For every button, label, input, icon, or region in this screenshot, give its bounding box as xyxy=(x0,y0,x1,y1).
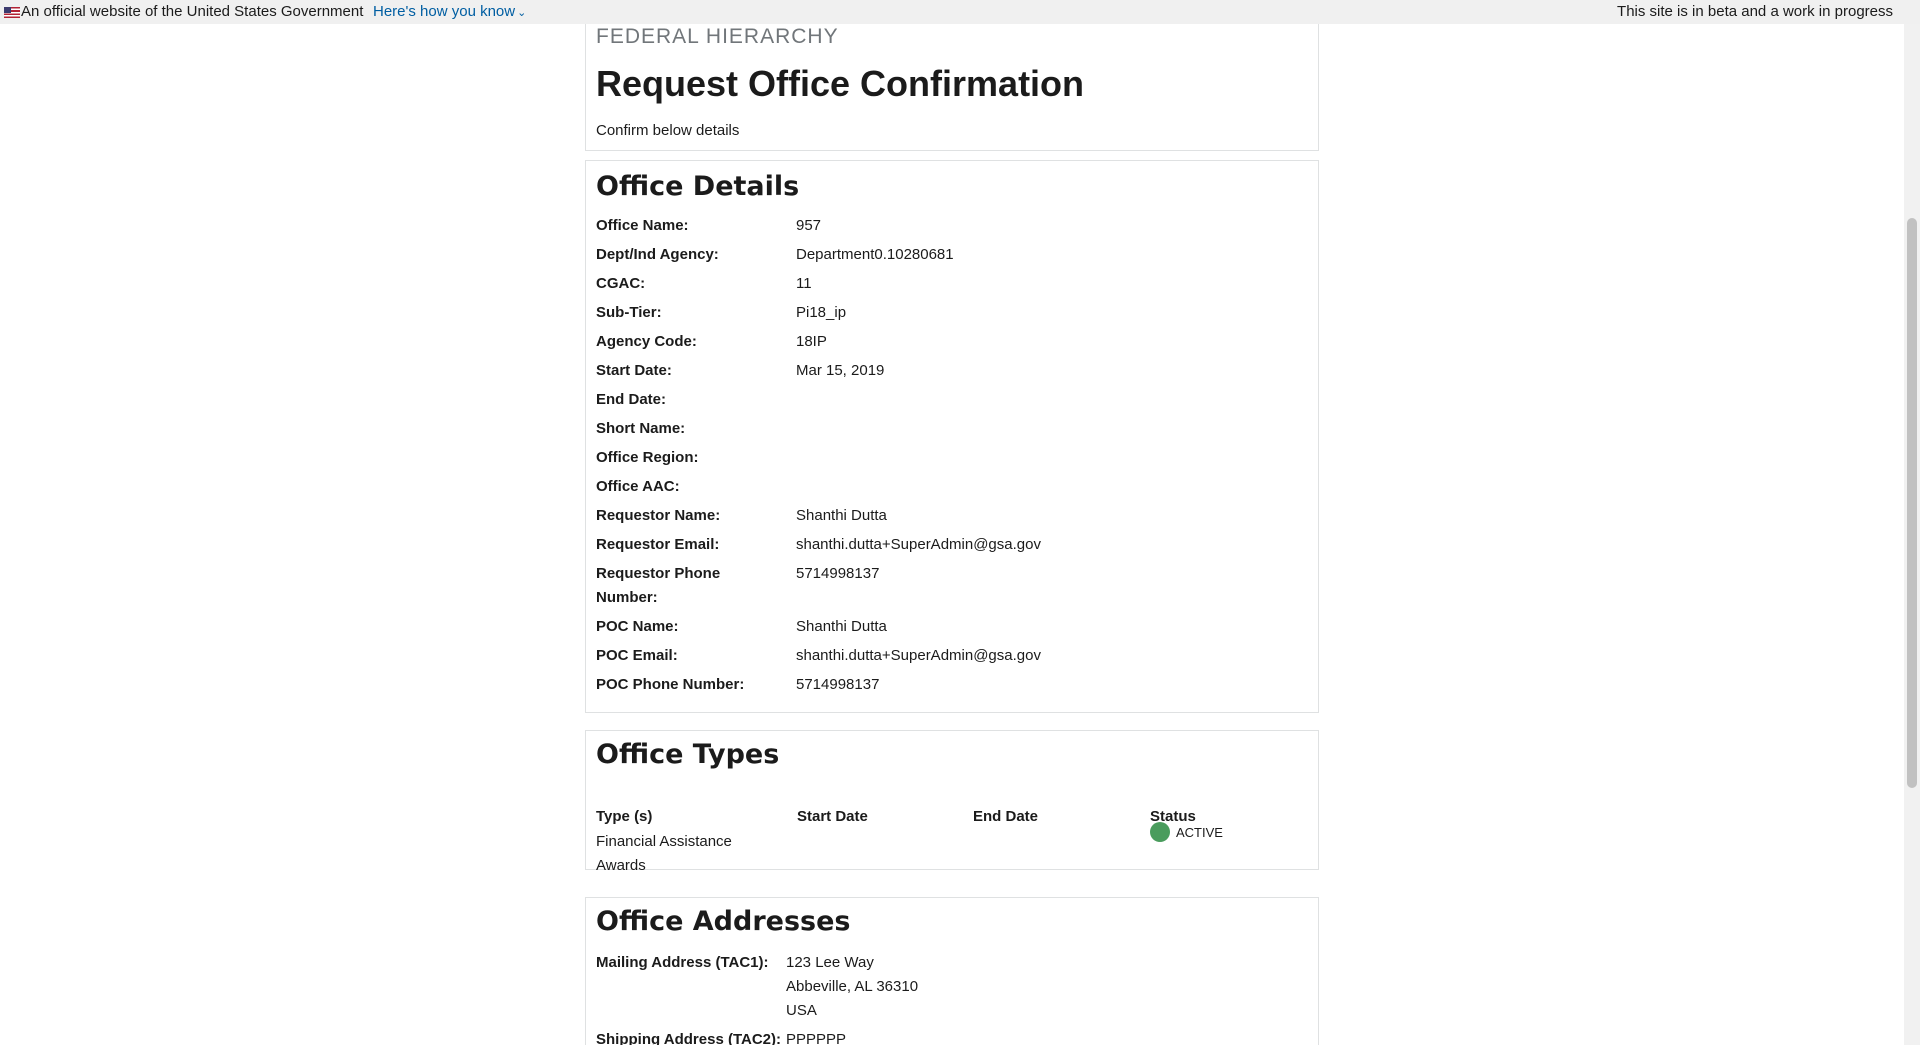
detail-label: POC Name: xyxy=(596,618,679,635)
main-content: FEDERAL HIERARCHY Request Office Confirm… xyxy=(0,24,1904,1045)
mailing-address-line3: USA xyxy=(786,1002,817,1019)
column-header-start-date: Start Date xyxy=(797,808,868,825)
detail-label: Start Date: xyxy=(596,362,672,379)
office-type-value: Financial Assistance Awards xyxy=(596,833,732,874)
shipping-address-label: Shipping Address (TAC2): xyxy=(596,1031,781,1045)
detail-value: Shanthi Dutta xyxy=(796,618,887,635)
how-you-know-label: Here's how you know xyxy=(373,3,516,20)
office-types-card: Office Types Type (s) Start Date End Dat… xyxy=(585,730,1319,874)
mailing-address-line2: Abbeville, AL 36310 xyxy=(786,978,919,995)
mailing-address-label: Mailing Address (TAC1): xyxy=(596,954,769,971)
detail-value: 957 xyxy=(796,217,822,234)
detail-value: shanthi.dutta+SuperAdmin@gsa.gov xyxy=(796,647,1041,664)
detail-value: Mar 15, 2019 xyxy=(796,362,885,379)
page-scrollbar[interactable] xyxy=(1904,24,1920,1045)
detail-label: Office AAC: xyxy=(596,478,680,495)
header-card: FEDERAL HIERARCHY Request Office Confirm… xyxy=(585,24,1319,151)
detail-label: Requestor Phone Number: xyxy=(596,565,721,606)
detail-value: Department0.10280681 xyxy=(796,246,954,263)
mailing-address-line1: 123 Lee Way xyxy=(786,954,874,971)
official-site-text: An official website of the United States… xyxy=(21,3,364,20)
detail-label: Agency Code: xyxy=(596,333,697,350)
detail-value: 18IP xyxy=(796,333,827,350)
page-title: Request Office Confirmation xyxy=(596,63,1085,104)
scrollbar-thumb[interactable] xyxy=(1907,218,1917,788)
detail-label: Short Name: xyxy=(596,420,686,437)
detail-value: Pi18_ip xyxy=(796,304,847,321)
office-details-card: Office Details Office Name: 957 Dept/Ind… xyxy=(585,160,1319,713)
status-badge: ACTIVE xyxy=(1176,825,1223,840)
page-eyebrow: FEDERAL HIERARCHY xyxy=(596,25,839,48)
chevron-down-icon: ⌄ xyxy=(517,7,527,19)
detail-label: POC Phone Number: xyxy=(596,676,745,693)
office-addresses-title: Office Addresses xyxy=(596,906,851,937)
detail-label: Sub-Tier: xyxy=(596,304,662,321)
us-flag-icon xyxy=(4,7,20,18)
detail-label: CGAC: xyxy=(596,275,646,292)
detail-value: 5714998137 xyxy=(796,676,880,693)
status-active-icon xyxy=(1150,822,1170,842)
detail-value: 5714998137 xyxy=(796,565,880,582)
detail-value: 11 xyxy=(796,275,812,292)
how-you-know-link[interactable]: Here's how you know ⌄ xyxy=(373,0,526,25)
detail-label: Office Region: xyxy=(596,449,699,466)
shipping-address-line1: PPPPPP xyxy=(786,1031,847,1045)
office-types-title: Office Types xyxy=(596,739,780,770)
beta-notice: This site is in beta and a work in progr… xyxy=(1617,3,1893,20)
column-header-type: Type (s) xyxy=(596,808,653,825)
detail-label: Requestor Name: xyxy=(596,507,721,524)
detail-label: Requestor Email: xyxy=(596,536,720,553)
office-addresses-card: Office Addresses Mailing Address (TAC1):… xyxy=(585,897,1319,1045)
office-details-title: Office Details xyxy=(596,171,800,202)
detail-label: POC Email: xyxy=(596,647,678,664)
page-subtitle: Confirm below details xyxy=(596,122,740,139)
detail-value: shanthi.dutta+SuperAdmin@gsa.gov xyxy=(796,536,1041,553)
detail-label: Office Name: xyxy=(596,217,689,234)
gov-banner: An official website of the United States… xyxy=(0,0,1920,24)
column-header-end-date: End Date xyxy=(973,808,1039,825)
detail-label: End Date: xyxy=(596,391,667,408)
detail-label: Dept/Ind Agency: xyxy=(596,246,719,263)
detail-value: Shanthi Dutta xyxy=(796,507,887,524)
